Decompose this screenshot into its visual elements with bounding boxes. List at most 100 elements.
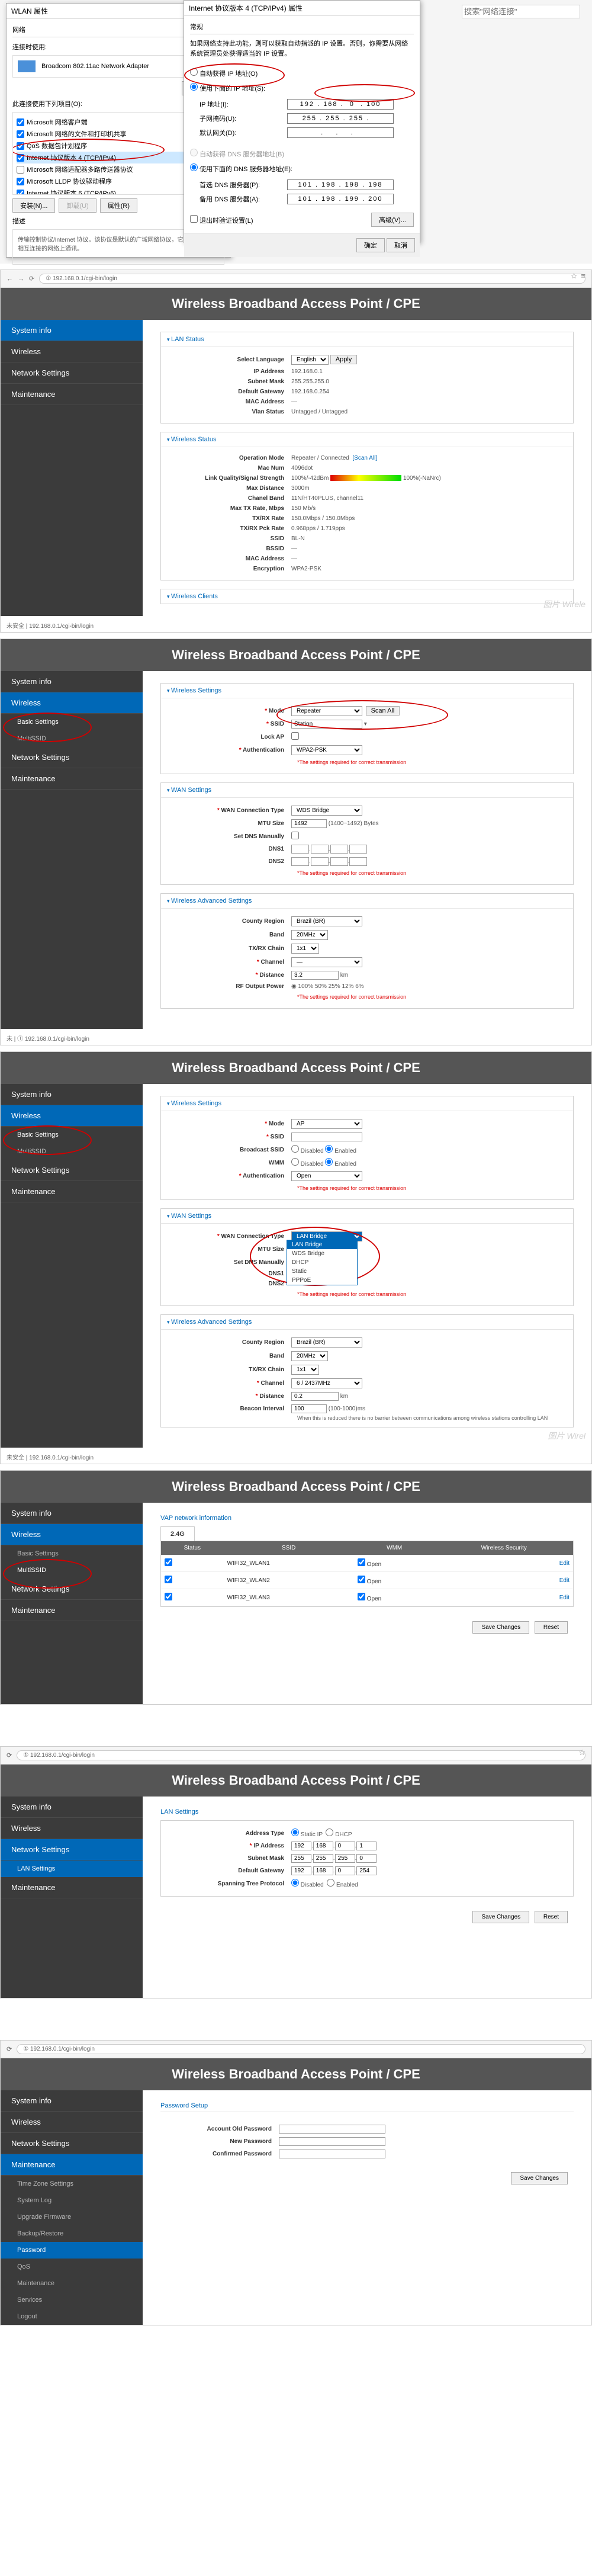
old-password-input[interactable] [279,2125,385,2134]
distance-input[interactable] [291,971,339,980]
sidebar-item-network[interactable]: Network Settings [1,362,143,384]
sidebar-item-wireless[interactable]: Wireless [1,1818,143,1839]
validate-checkbox[interactable]: 退出时验证设置(L) [190,215,253,225]
auto-ip-radio[interactable]: 自动获得 IP 地址(O) [190,66,414,81]
auto-dns-radio[interactable]: 自动获得 DNS 服务器地址(B) [190,146,414,161]
search-input[interactable] [462,5,580,18]
mode-select[interactable]: AP [291,1119,362,1129]
url-field[interactable]: ① 192.168.0.1/cgi-bin/login [17,2044,585,2054]
back-icon[interactable]: ← [7,275,13,283]
tab-general[interactable]: 常规 [190,24,203,31]
star-icon[interactable]: ☆ [578,1748,585,1757]
sidebar-sub-services[interactable]: Services [1,2292,143,2308]
sidebar-item-system[interactable]: System info [1,1503,143,1524]
sidebar-sub-upgrade[interactable]: Upgrade Firmware [1,2209,143,2225]
save-button[interactable]: Save Changes [472,1621,529,1634]
save-button[interactable]: Save Changes [472,1911,529,1923]
adv-settings-title[interactable]: Wireless Advanced Settings [161,894,573,909]
url-field[interactable]: ① 192.168.0.1/cgi-bin/login [17,1750,585,1760]
auth-select[interactable]: Open [291,1171,362,1181]
tab-24g[interactable]: 2.4G [160,1526,195,1541]
uninstall-button[interactable]: 卸载(U) [59,198,96,213]
ssid-input[interactable] [291,720,362,729]
channel-select[interactable]: — [291,957,362,967]
menu-icon[interactable]: ≡ [581,271,585,281]
edit-link[interactable]: Edit [559,1560,570,1567]
gateway-input[interactable] [287,127,394,138]
sidebar-sub-password[interactable]: Password [1,2242,143,2259]
sidebar-sub-syslog[interactable]: System Log [1,2192,143,2209]
sidebar-sub-multissid[interactable]: MultiSSID [1,1562,143,1579]
sidebar-item-wireless[interactable]: Wireless [1,692,143,714]
wan-settings-title[interactable]: WAN Settings [161,1209,573,1224]
wireless-clients-title[interactable]: Wireless Clients [160,589,574,604]
rf-power-options[interactable]: ◉ 100% 50% 25% 12% 6% [291,983,364,990]
sidebar-sub-maintenance2[interactable]: Maintenance [1,2275,143,2292]
sidebar-item-maintenance[interactable]: Maintenance [1,1181,143,1202]
ip-input[interactable] [287,99,394,110]
star-icon[interactable]: ☆ [571,271,578,281]
new-password-input[interactable] [279,2137,385,2146]
sidebar-item-system[interactable]: System info [1,320,143,341]
wireless-settings-title[interactable]: Wireless Settings [161,684,573,698]
sidebar-item-network[interactable]: Network Settings [1,747,143,768]
lockap-checkbox[interactable] [291,732,299,740]
wanconn-dropdown[interactable]: LAN Bridge WDS Bridge DHCP Static PPPoE [287,1240,358,1285]
dns2-input[interactable] [287,194,394,204]
sidebar-sub-multissid[interactable]: MultiSSID [1,730,143,747]
country-select[interactable]: Brazil (BR) [291,916,362,926]
scan-button[interactable]: Scan All [366,706,400,716]
edit-link[interactable]: Edit [559,1595,570,1601]
forward-icon[interactable]: → [18,275,24,283]
install-button[interactable]: 安装(N)... [12,198,55,213]
setdns-checkbox[interactable] [291,832,299,839]
reload-icon[interactable]: ⟳ [7,1751,12,1759]
sidebar-item-maintenance[interactable]: Maintenance [1,1600,143,1621]
manual-dns-radio[interactable]: 使用下面的 DNS 服务器地址(E): [190,161,414,176]
sidebar-item-system[interactable]: System info [1,1797,143,1818]
sidebar-item-network[interactable]: Network Settings [1,1579,143,1600]
save-button[interactable]: Save Changes [511,2172,568,2184]
wireless-settings-title[interactable]: Wireless Settings [161,1096,573,1111]
reload-icon[interactable]: ⟳ [7,2045,12,2053]
sidebar-sub-logout[interactable]: Logout [1,2308,143,2325]
sidebar-sub-qos[interactable]: QoS [1,2259,143,2275]
sidebar-item-maintenance[interactable]: Maintenance [1,2154,143,2176]
wireless-status-title[interactable]: Wireless Status [161,432,573,447]
band-select[interactable]: 20MHz [291,930,328,940]
properties-button[interactable]: 属性(R) [100,198,137,213]
sidebar-sub-timezone[interactable]: Time Zone Settings [1,2176,143,2192]
tab-network[interactable]: 网络 [12,27,25,34]
ssid-input[interactable] [291,1133,362,1141]
sidebar-item-system[interactable]: System info [1,1084,143,1105]
auth-select[interactable]: WPA2-PSK [291,745,362,755]
sidebar-item-network[interactable]: Network Settings [1,1160,143,1181]
advanced-button[interactable]: 高级(V)... [371,213,414,227]
sidebar-item-wireless[interactable]: Wireless [1,341,143,362]
mtu-input[interactable] [291,819,327,828]
ok-button[interactable]: 确定 [356,238,385,252]
reload-icon[interactable]: ⟳ [29,275,34,283]
language-select[interactable]: English [291,355,329,365]
sidebar-sub-basic[interactable]: Basic Settings [1,1545,143,1562]
mode-select[interactable]: Repeater [291,706,362,716]
sidebar-sub-basic[interactable]: Basic Settings [1,1127,143,1143]
sidebar-item-network[interactable]: Network Settings [1,2133,143,2154]
reset-button[interactable]: Reset [535,1911,568,1923]
sidebar-item-wireless[interactable]: Wireless [1,1524,143,1545]
sidebar-item-maintenance[interactable]: Maintenance [1,1877,143,1898]
sidebar-item-wireless[interactable]: Wireless [1,2112,143,2133]
dropdown-icon[interactable]: ▾ [364,721,367,727]
edit-link[interactable]: Edit [559,1577,570,1584]
sidebar-item-network[interactable]: Network Settings [1,1839,143,1860]
sidebar-item-system[interactable]: System info [1,2090,143,2112]
wan-settings-title[interactable]: WAN Settings [161,783,573,798]
lan-status-title[interactable]: LAN Status [161,332,573,347]
apply-button[interactable]: Apply [330,355,358,364]
manual-ip-radio[interactable]: 使用下面的 IP 地址(S): [190,81,414,95]
sidebar-sub-basic[interactable]: Basic Settings [1,714,143,730]
wanconn-select[interactable]: WDS Bridge [291,806,362,816]
sidebar-item-maintenance[interactable]: Maintenance [1,768,143,790]
sidebar-sub-multissid[interactable]: MultiSSID [1,1143,143,1160]
url-field[interactable]: ① 192.168.0.1/cgi-bin/login [39,274,585,284]
